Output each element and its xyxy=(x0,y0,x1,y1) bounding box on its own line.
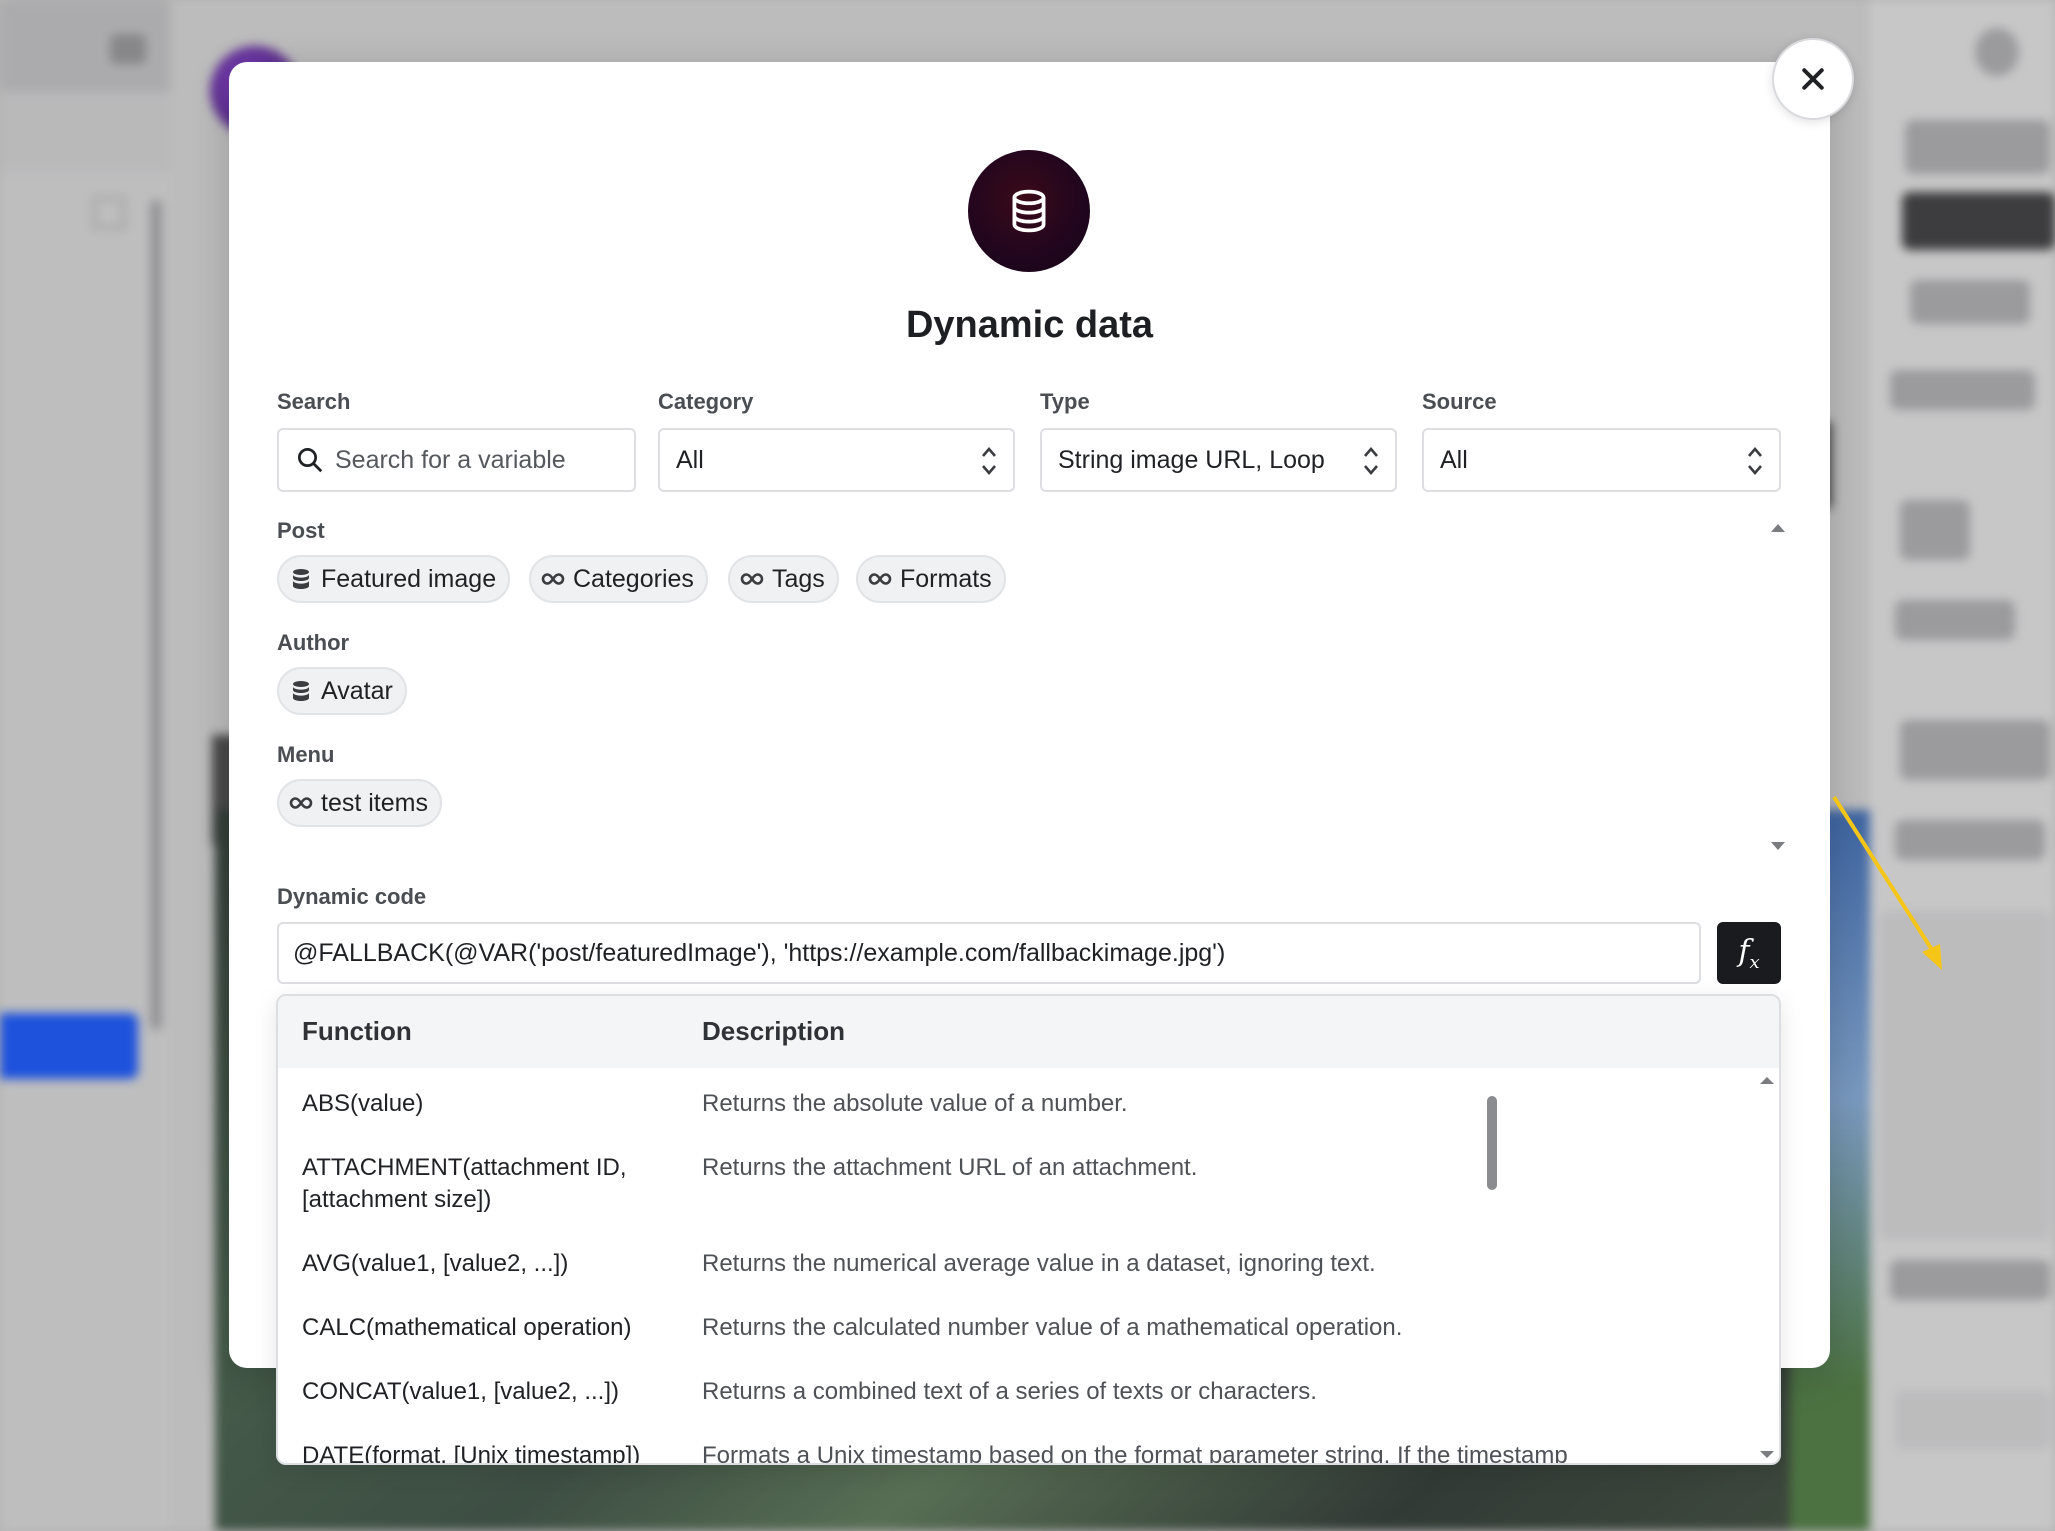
dynamic-code-input[interactable]: @FALLBACK(@VAR('post/featuredImage'), 'h… xyxy=(277,922,1701,984)
function-description: Returns the attachment URL of an attachm… xyxy=(702,1154,1198,1181)
group-label-post: Post xyxy=(277,518,325,543)
list-scroll-up[interactable] xyxy=(1771,524,1785,532)
category-label: Category xyxy=(658,389,754,414)
chip-tags[interactable]: Tags xyxy=(728,555,839,603)
function-row[interactable]: DATE(format, [Unix timestamp]) Formats a… xyxy=(278,1440,1748,1465)
type-label: Type xyxy=(1040,389,1090,414)
function-name: CONCAT(value1, [value2, ...]) xyxy=(302,1378,619,1405)
chip-avatar[interactable]: Avatar xyxy=(277,667,407,715)
function-name: CALC(mathematical operation) xyxy=(302,1314,632,1341)
function-row[interactable]: AVG(value1, [value2, ...]) Returns the n… xyxy=(278,1248,1748,1308)
function-scroll-up[interactable] xyxy=(1760,1077,1774,1084)
function-list[interactable]: ABS(value) Returns the absolute value of… xyxy=(278,1068,1748,1465)
function-name: DATE(format, [Unix timestamp]) xyxy=(302,1442,641,1465)
header-function: Function xyxy=(302,1016,412,1046)
function-row[interactable]: CONCAT(value1, [value2, ...]) Returns a … xyxy=(278,1376,1748,1436)
function-dropdown: Function Description ABS(value) Returns … xyxy=(276,994,1781,1465)
chip-test-items[interactable]: test items xyxy=(277,779,442,827)
database-icon xyxy=(293,569,309,589)
group-label-author: Author xyxy=(277,630,350,655)
category-value: All xyxy=(676,445,704,474)
function-row[interactable]: ABS(value) Returns the absolute value of… xyxy=(278,1088,1748,1148)
select-arrows-icon xyxy=(982,447,996,475)
select-arrows-icon xyxy=(1364,447,1378,475)
close-icon xyxy=(1802,68,1824,90)
type-select[interactable]: String image URL, Loop xyxy=(1040,428,1397,492)
loop-icon xyxy=(541,573,565,585)
search-icon xyxy=(298,448,323,473)
search-input[interactable]: Search for a variable xyxy=(277,428,636,492)
close-button[interactable] xyxy=(1772,38,1854,120)
source-value: All xyxy=(1440,445,1468,474)
function-description: Returns the numerical average value in a… xyxy=(702,1250,1376,1277)
function-name: AVG(value1, [value2, ...]) xyxy=(302,1250,569,1277)
function-scroll-down[interactable] xyxy=(1760,1451,1774,1458)
loop-icon xyxy=(740,573,764,585)
dynamic-code-label: Dynamic code xyxy=(277,884,427,909)
header-description: Description xyxy=(702,1016,846,1046)
category-select[interactable]: All xyxy=(658,428,1015,492)
loop-icon xyxy=(868,573,892,585)
function-name: ATTACHMENT(attachment ID, [attachment si… xyxy=(302,1154,627,1213)
function-row[interactable]: ATTACHMENT(attachment ID, [attachment si… xyxy=(278,1152,1748,1244)
chip-categories[interactable]: Categories xyxy=(529,555,708,603)
modal-title: Dynamic data xyxy=(905,304,1154,346)
group-label-menu: Menu xyxy=(277,742,335,767)
select-arrows-icon xyxy=(1748,447,1762,475)
search-placeholder: Search for a variable xyxy=(335,445,566,474)
source-label: Source xyxy=(1422,389,1497,414)
search-label: Search xyxy=(277,389,351,414)
function-row[interactable]: CALC(mathematical operation) Returns the… xyxy=(278,1312,1748,1372)
function-list-button[interactable]: fx xyxy=(1717,922,1781,984)
function-scrollbar-thumb[interactable] xyxy=(1487,1096,1497,1190)
function-description: Returns a combined text of a series of t… xyxy=(702,1378,1317,1405)
function-name: ABS(value) xyxy=(302,1090,424,1117)
annotation-arrow-icon xyxy=(1832,795,1942,970)
chip-formats[interactable]: Formats xyxy=(856,555,1006,603)
loop-icon xyxy=(289,797,313,809)
function-icon: fx xyxy=(1738,933,1760,973)
function-description: Formats a Unix timestamp based on the fo… xyxy=(702,1442,1568,1465)
function-description: Returns the absolute value of a number. xyxy=(702,1090,1128,1117)
source-select[interactable]: All xyxy=(1422,428,1781,492)
dynamic-code-value: @FALLBACK(@VAR('post/featuredImage'), 'h… xyxy=(293,938,1226,967)
type-value: String image URL, Loop xyxy=(1058,445,1325,474)
function-table-header: Function Description xyxy=(278,996,1779,1068)
database-icon xyxy=(968,150,1090,272)
list-scroll-down[interactable] xyxy=(1771,842,1785,850)
database-icon xyxy=(293,681,309,701)
chip-featured-image[interactable]: Featured image xyxy=(277,555,511,603)
function-description: Returns the calculated number value of a… xyxy=(702,1314,1403,1341)
